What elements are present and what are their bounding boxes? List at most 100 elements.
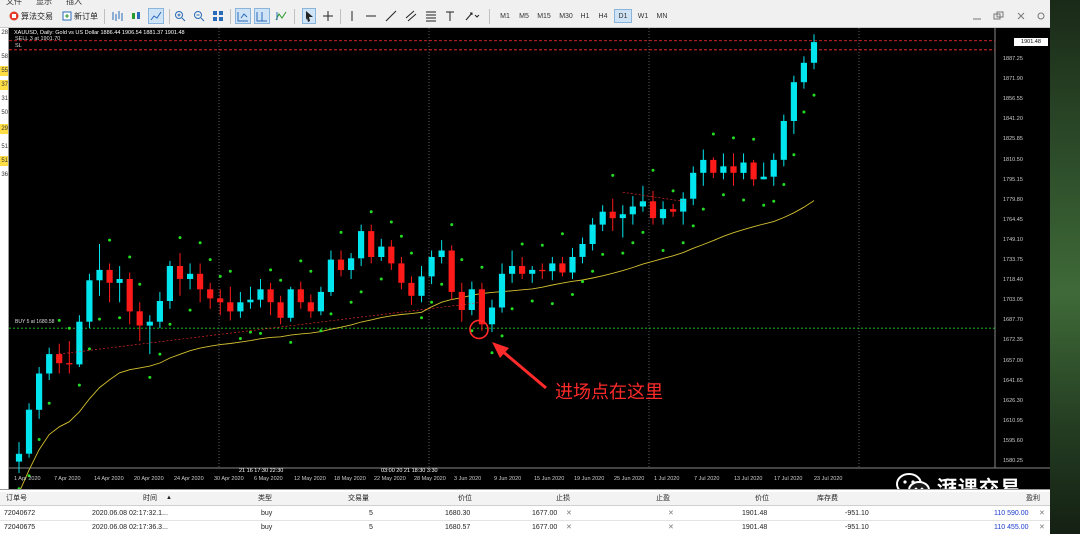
tile-windows-button[interactable]: [211, 8, 225, 24]
sar-dot: [701, 207, 705, 211]
restore-button[interactable]: [992, 8, 1006, 24]
sar-dot: [228, 269, 232, 273]
vertical-line-button[interactable]: [346, 8, 358, 24]
auto-scroll-button[interactable]: [235, 8, 251, 24]
candle-body: [156, 301, 163, 322]
sar-dot: [802, 110, 806, 114]
channel-button[interactable]: [404, 8, 418, 24]
remove-sl-icon[interactable]: ✕: [566, 507, 572, 520]
col-type[interactable]: 类型: [258, 492, 272, 505]
timeframe-h4[interactable]: H4: [595, 9, 611, 23]
order-sl[interactable]: 1677.00: [532, 521, 557, 534]
timeframe-w1[interactable]: W1: [634, 9, 652, 23]
col-tp[interactable]: 止盈: [656, 492, 670, 505]
date-marker: 03:00 20 21 18:30 3:30: [381, 468, 438, 474]
market-value: 51: [0, 156, 8, 166]
price-tick-label: 1856.55: [1003, 96, 1023, 103]
sar-dot: [37, 438, 41, 441]
timeframe-d1[interactable]: D1: [614, 9, 632, 23]
candle-body: [750, 162, 757, 180]
candle-body: [639, 201, 646, 207]
col-current-price[interactable]: 价位: [755, 492, 769, 505]
bar-chart-button[interactable]: [110, 8, 124, 24]
trendline-button[interactable]: [384, 8, 398, 24]
candlestick-icon: [132, 12, 140, 19]
col-price[interactable]: 价位: [458, 492, 472, 505]
timeframe-m1[interactable]: M1: [496, 9, 514, 23]
price-tick-label: 1887.25: [1003, 56, 1023, 63]
remove-tp-icon[interactable]: ✕: [668, 507, 674, 520]
col-sl[interactable]: 止损: [556, 492, 570, 505]
col-profit[interactable]: 盈利: [1026, 492, 1040, 505]
timeframe-m5[interactable]: M5: [515, 9, 533, 23]
candle-body: [609, 211, 616, 219]
candle-body: [25, 409, 33, 454]
candle-body: [529, 269, 536, 274]
col-swap[interactable]: 库存费: [817, 492, 838, 505]
sar-dot: [238, 337, 242, 340]
arrows-button[interactable]: [462, 8, 482, 24]
market-value: 55: [0, 66, 8, 76]
extra-button[interactable]: [1034, 8, 1048, 24]
order-current-price: 1901.48: [742, 510, 768, 517]
timeframe-mn[interactable]: MN: [653, 9, 671, 23]
minimize-icon: [973, 18, 981, 20]
chart-shift-button[interactable]: [254, 8, 270, 24]
zoom-out-button[interactable]: [192, 8, 206, 24]
candle-chart-button[interactable]: [129, 8, 143, 24]
sar-dot: [389, 220, 393, 224]
cursor-button[interactable]: [302, 8, 316, 24]
time-tick-label: 7 Jul 2020: [694, 476, 720, 482]
fibonacci-button[interactable]: [424, 8, 438, 24]
price-tick-label: 1718.40: [1003, 277, 1023, 284]
sar-dot: [158, 352, 162, 356]
remove-sl-icon[interactable]: ✕: [566, 521, 572, 534]
order-current-price: 1901.48: [742, 524, 768, 531]
algo-trading-button[interactable]: 算法交易: [6, 8, 56, 24]
sar-dot: [641, 230, 645, 234]
sar-dot: [681, 241, 685, 245]
text-tool-button[interactable]: [443, 8, 457, 24]
col-order[interactable]: 订单号: [6, 492, 27, 505]
sar-dot: [631, 241, 635, 245]
table-row[interactable]: 72040675 2020.06.08 02:17:36.3... buy 5 …: [0, 521, 1050, 534]
close-order-icon[interactable]: ✕: [1039, 521, 1045, 534]
candle-body: [136, 311, 143, 326]
sar-dot: [359, 290, 363, 294]
close-window-button[interactable]: [1014, 8, 1028, 24]
candle-body: [559, 263, 566, 273]
candle-body: [207, 289, 214, 299]
sar-dot: [108, 238, 112, 242]
price-tick-label: 1703.05: [1003, 297, 1023, 304]
price-tick-label: 1749.10: [1003, 236, 1023, 243]
sort-up-icon: ▲: [166, 495, 172, 501]
price-chart[interactable]: 21 16 17:30 22:30 03:00 20 21 18:30 3:30 S…: [9, 28, 1050, 489]
candle-body: [790, 82, 797, 121]
indicators-button[interactable]: [274, 8, 288, 24]
col-time[interactable]: 时间: [143, 492, 157, 505]
candle-body: [629, 206, 636, 215]
crosshair-button[interactable]: [321, 8, 335, 24]
timeframe-h1[interactable]: H1: [577, 9, 593, 23]
line-chart-button[interactable]: [148, 8, 164, 24]
timeframe-m15[interactable]: M15: [534, 9, 554, 23]
close-order-icon[interactable]: ✕: [1039, 507, 1045, 520]
time-tick-label: 19 Jun 2020: [574, 476, 605, 482]
timeframe-m30[interactable]: M30: [556, 9, 576, 23]
candle-body: [619, 214, 626, 219]
horizontal-line-button[interactable]: [364, 8, 378, 24]
col-volume[interactable]: 交易量: [348, 492, 369, 505]
time-tick-label: 22 May 2020: [374, 476, 406, 482]
order-sl[interactable]: 1677.00: [532, 507, 557, 520]
remove-tp-icon[interactable]: ✕: [668, 521, 674, 534]
date-marker: 21 16 17:30 22:30: [239, 468, 283, 474]
table-row[interactable]: 72040672 2020.06.08 02:17:32.1... buy 5 …: [0, 507, 1050, 521]
candle-body: [197, 273, 204, 290]
new-order-button[interactable]: 新订单: [60, 8, 100, 24]
minimize-button[interactable]: [970, 8, 984, 24]
sell-order-label: SELL 3 at 1901.70: [15, 36, 60, 42]
chart-symbol-info: XAUUSD, Daily: Gold vs US Dollar 1886.44…: [14, 30, 185, 36]
candle-body: [700, 159, 707, 173]
zoom-in-button[interactable]: [173, 8, 187, 24]
arrows-dropdown-icon: [465, 12, 480, 21]
